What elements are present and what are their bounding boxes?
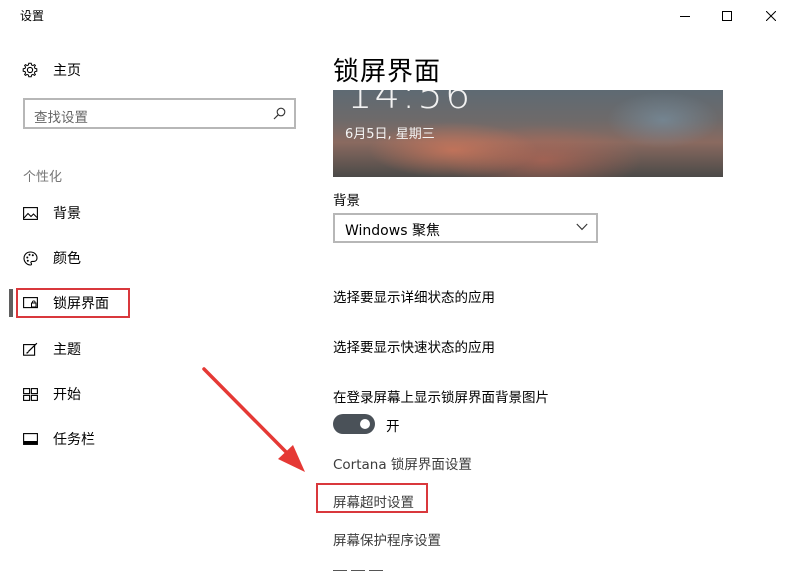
dropdown-value: Windows 聚焦	[345, 223, 440, 239]
settings-window: 设置 主页 查找设置 个性化 背景 颜色 锁屏界面 主题 开始 任务栏 锁屏界面…	[0, 0, 800, 571]
sidebar-item-color[interactable]: 颜色	[23, 246, 81, 270]
sidebar-item-label: 开始	[53, 387, 81, 403]
cortana-settings-link[interactable]: Cortana 锁屏界面设置	[333, 453, 472, 473]
chevron-down-icon	[576, 223, 588, 231]
sidebar-item-label: 任务栏	[53, 432, 95, 448]
quick-status-apps-link[interactable]: 选择要显示快速状态的应用	[333, 336, 495, 356]
taskbar-icon	[23, 433, 38, 445]
page-title: 锁屏界面	[333, 57, 442, 87]
close-icon	[766, 11, 776, 21]
main-content: 锁屏界面 14:56 6月5日, 星期三 背景 Windows 聚焦 选择要显示…	[312, 32, 800, 571]
selection-indicator	[9, 289, 13, 317]
sidebar-item-label: 颜色	[53, 251, 81, 267]
start-icon	[23, 387, 38, 401]
sidebar-item-theme[interactable]: 主题	[23, 337, 81, 361]
detail-status-apps-link[interactable]: 选择要显示详细状态的应用	[333, 286, 495, 306]
sidebar-item-background[interactable]: 背景	[23, 201, 81, 225]
sidebar-home[interactable]: 主页	[22, 58, 81, 82]
sidebar-item-label: 背景	[53, 206, 81, 222]
minimize-icon	[680, 16, 690, 17]
title-bar: 设置	[0, 0, 800, 32]
sidebar-item-taskbar[interactable]: 任务栏	[23, 427, 95, 451]
window-title: 设置	[20, 9, 45, 23]
preview-time: 14:56	[347, 90, 473, 118]
minimize-button[interactable]	[662, 0, 708, 32]
lockscreen-preview: 14:56 6月5日, 星期三	[333, 90, 723, 177]
show-background-signin-label: 在登录屏幕上显示锁屏界面背景图片	[333, 390, 549, 406]
maximize-button[interactable]	[704, 0, 750, 32]
section-header: 个性化	[23, 170, 63, 185]
picture-icon	[23, 206, 38, 220]
maximize-icon	[722, 11, 732, 21]
preview-date: 6月5日, 星期三	[345, 127, 435, 142]
background-dropdown[interactable]: Windows 聚焦	[333, 213, 598, 243]
search-placeholder: 查找设置	[34, 110, 88, 126]
search-icon	[273, 107, 286, 120]
highlight-box-lockscreen	[16, 288, 130, 318]
gear-icon	[22, 62, 38, 78]
screensaver-settings-link[interactable]: 屏幕保护程序设置	[333, 529, 441, 549]
palette-icon	[23, 250, 38, 266]
sidebar-item-start[interactable]: 开始	[23, 382, 81, 406]
home-label: 主页	[53, 63, 81, 79]
close-button[interactable]	[748, 0, 794, 32]
show-background-toggle[interactable]	[333, 414, 375, 434]
sidebar-item-label: 主题	[53, 342, 81, 358]
toggle-knob	[360, 419, 370, 429]
toggle-state-label: 开	[386, 419, 400, 435]
highlight-box-timeout	[316, 483, 428, 513]
theme-icon	[23, 342, 38, 356]
cutoff-text	[333, 563, 443, 571]
search-input[interactable]: 查找设置	[23, 98, 296, 129]
sidebar: 主页 查找设置 个性化 背景 颜色 锁屏界面 主题 开始 任务栏	[0, 32, 312, 571]
background-label: 背景	[333, 193, 360, 209]
